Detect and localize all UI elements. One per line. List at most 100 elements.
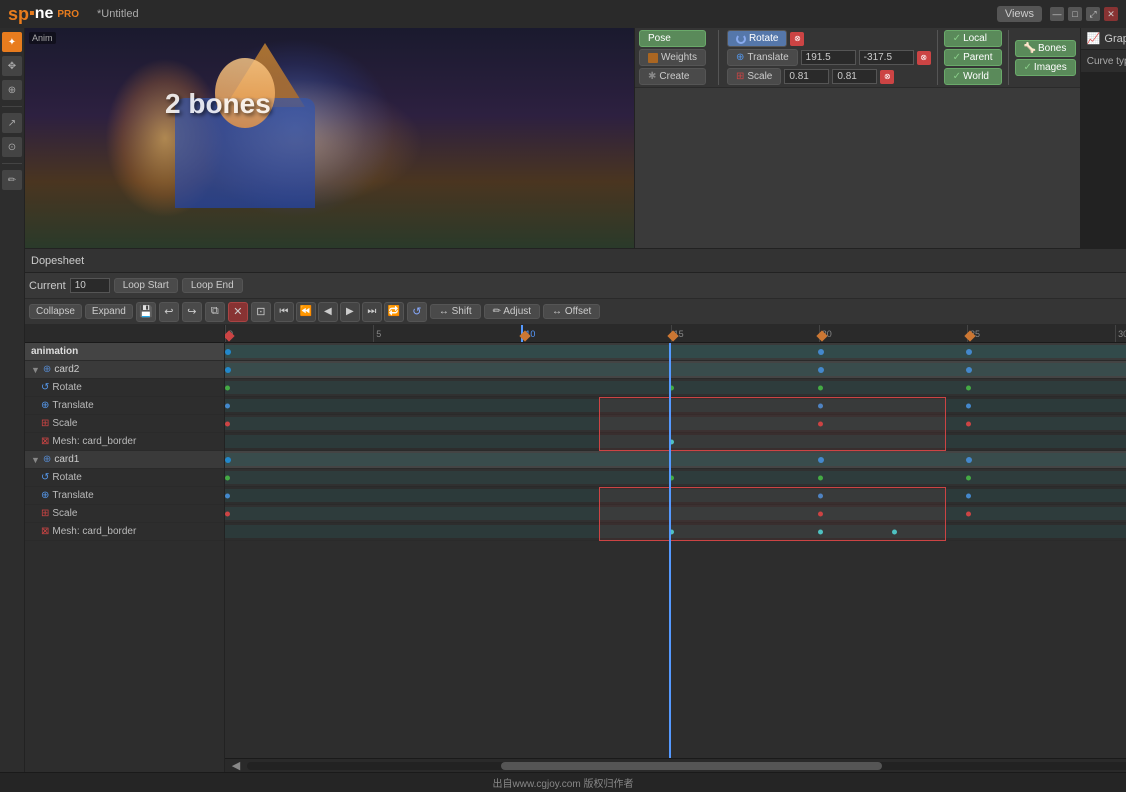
loop-end-button[interactable]: Loop End	[182, 278, 243, 293]
left-toolbar: ✦ ✥ ⊕ ↗ ⊙ ✏	[0, 28, 25, 772]
ds-redo-btn[interactable]: ↪	[182, 302, 202, 322]
translate-handle[interactable]: ⊗	[917, 51, 931, 65]
select-tool[interactable]: ✦	[2, 32, 22, 52]
translate1-kf-1	[225, 403, 230, 408]
graph-canvas[interactable]	[1081, 73, 1126, 248]
pan-tool[interactable]: ✥	[2, 56, 22, 76]
translate-x-input[interactable]	[801, 50, 856, 65]
dopesheet-toolbar-2: Collapse Expand 💾 ↩ ↪ ⧉ ✕ ⊡ ⏮ ⏪ ◀ ▶ ⏭ 🔁	[25, 299, 1126, 325]
restore-button[interactable]: □	[1068, 7, 1082, 21]
close-button[interactable]: ✕	[1104, 7, 1118, 21]
tracks-container[interactable]	[225, 343, 1126, 758]
scale-handle[interactable]: ⊗	[880, 70, 894, 84]
right-top: Pose Weights ✱Create Rotate ⊗ ⊕Translate	[635, 28, 1080, 248]
scale-button[interactable]: ⊞Scale	[727, 68, 781, 85]
card2-kf-2	[818, 367, 824, 373]
scale-row: ⊞Scale ⊗	[727, 68, 931, 85]
translate-label-2: Translate	[52, 490, 93, 501]
shift-button[interactable]: ↔ Shift	[430, 304, 481, 319]
translate-y-input[interactable]	[859, 50, 914, 65]
cursor-tool[interactable]: ⊙	[2, 137, 22, 157]
scale-x-input[interactable]	[784, 69, 829, 84]
track-card2[interactable]: ▼ ⊕ card2	[25, 361, 224, 379]
scroll-left-btn[interactable]: ◀	[229, 759, 243, 773]
timeline-scrollbar[interactable]: ◀ ▶ 🔍	[225, 758, 1126, 772]
prev-frame-btn[interactable]: ⏪	[296, 302, 316, 322]
graph-title: Graph	[1104, 33, 1126, 45]
pro-badge: PRO	[57, 9, 79, 20]
ds-copy-btn[interactable]: ⧉	[205, 302, 225, 322]
edit-tool[interactable]: ✏	[2, 170, 22, 190]
track-animation: animation	[25, 343, 224, 361]
world-button[interactable]: ✓World	[944, 68, 1002, 85]
skip-start-btn[interactable]: ⏮	[274, 302, 294, 322]
anim-track	[225, 343, 1126, 361]
card1-track-dot: ⊕	[43, 454, 51, 465]
scale2-kf-3	[966, 511, 971, 516]
rotate-icon-2: ↺	[41, 472, 49, 483]
adjust-button[interactable]: ✏ Adjust	[484, 304, 540, 319]
ds-save-btn[interactable]: 💾	[136, 302, 156, 322]
ruler-spacer	[25, 325, 224, 343]
kf-orange-0	[225, 330, 235, 341]
ds-paste-btn[interactable]: ⊡	[251, 302, 271, 322]
images-button[interactable]: ✓Images	[1015, 59, 1076, 76]
translate2-track	[225, 487, 1126, 505]
collapse-button[interactable]: Collapse	[29, 304, 82, 319]
pose-button[interactable]: Pose	[639, 30, 706, 47]
card1-collapse-icon: ▼	[31, 455, 40, 465]
zoom-tool[interactable]: ⊕	[2, 80, 22, 100]
rotate2-kf-1	[225, 475, 230, 480]
draw-tool[interactable]: ↗	[2, 113, 22, 133]
translate-label-1: Translate	[52, 400, 93, 411]
mesh2-kf-3	[892, 529, 897, 534]
rotate-handle[interactable]: ⊗	[790, 32, 804, 46]
scroll-track[interactable]	[247, 762, 1126, 770]
ds-delete-btn[interactable]: ✕	[228, 302, 248, 322]
expand-button[interactable]: Expand	[85, 304, 133, 319]
timeline-tracks-area: 0 5 10 15 20 25 30 35 40	[225, 325, 1126, 772]
viewport-canvas[interactable]: 2 bones Anim	[25, 28, 634, 248]
scale2-kf-1	[225, 511, 230, 516]
create-button[interactable]: ✱Create	[639, 68, 706, 85]
scale-y-input[interactable]	[832, 69, 877, 84]
play-btn[interactable]: ▶	[340, 302, 360, 322]
track-card1[interactable]: ▼ ⊕ card1	[25, 451, 224, 469]
maximize-button[interactable]: ⤢	[1086, 7, 1100, 21]
bottom-area: Dopesheet ⋮ Current Loop Start Loop End …	[25, 248, 1126, 772]
weights-button[interactable]: Weights	[639, 49, 706, 66]
graph-panel: 📈 Graph ⚙ ✕ Curve type: ∿ ⌒ ◇	[1080, 28, 1126, 248]
rotate1-kf-3	[818, 385, 823, 390]
loop-start-button[interactable]: Loop Start	[114, 278, 178, 293]
skip-end-btn[interactable]: ⏭	[362, 302, 382, 322]
viewport: 2 bones Anim	[25, 28, 635, 248]
prev-btn[interactable]: ◀	[318, 302, 338, 322]
bones-button[interactable]: 🦴Bones	[1015, 40, 1076, 57]
rotate-label-1: Rotate	[52, 382, 81, 393]
mesh2-bar	[225, 525, 1126, 538]
rotate1-bar	[225, 381, 1126, 394]
scroll-thumb[interactable]	[501, 762, 882, 770]
translate-button[interactable]: ⊕Translate	[727, 49, 798, 66]
kf-orange-1	[520, 330, 531, 341]
window-controls: — □ ⤢ ✕	[1050, 7, 1118, 21]
offset-button[interactable]: ↔ Offset	[543, 304, 600, 319]
track-translate-2: ⊕ Translate	[25, 487, 224, 505]
ds-undo-btn[interactable]: ↩	[159, 302, 179, 322]
translate2-kf-3	[966, 493, 971, 498]
loop-btn[interactable]: 🔁	[384, 302, 404, 322]
divider2	[2, 163, 22, 164]
card2-collapse-icon: ▼	[31, 365, 40, 375]
curve-type-label: Curve type:	[1087, 56, 1126, 67]
track-translate-1: ⊕ Translate	[25, 397, 224, 415]
minimize-button[interactable]: —	[1050, 7, 1064, 21]
track-rotate-1: ↺ Rotate	[25, 379, 224, 397]
parent-button[interactable]: ✓Parent	[944, 49, 1002, 66]
card2-track-label: card2	[54, 364, 79, 375]
ds-loop-btn[interactable]: ↺	[407, 302, 427, 322]
views-button[interactable]: Views	[997, 6, 1042, 22]
local-button[interactable]: ✓Local	[944, 30, 1002, 47]
scale-icon-2: ⊞	[41, 508, 49, 519]
rotate-button[interactable]: Rotate	[727, 30, 787, 47]
current-value-input[interactable]	[70, 278, 110, 293]
